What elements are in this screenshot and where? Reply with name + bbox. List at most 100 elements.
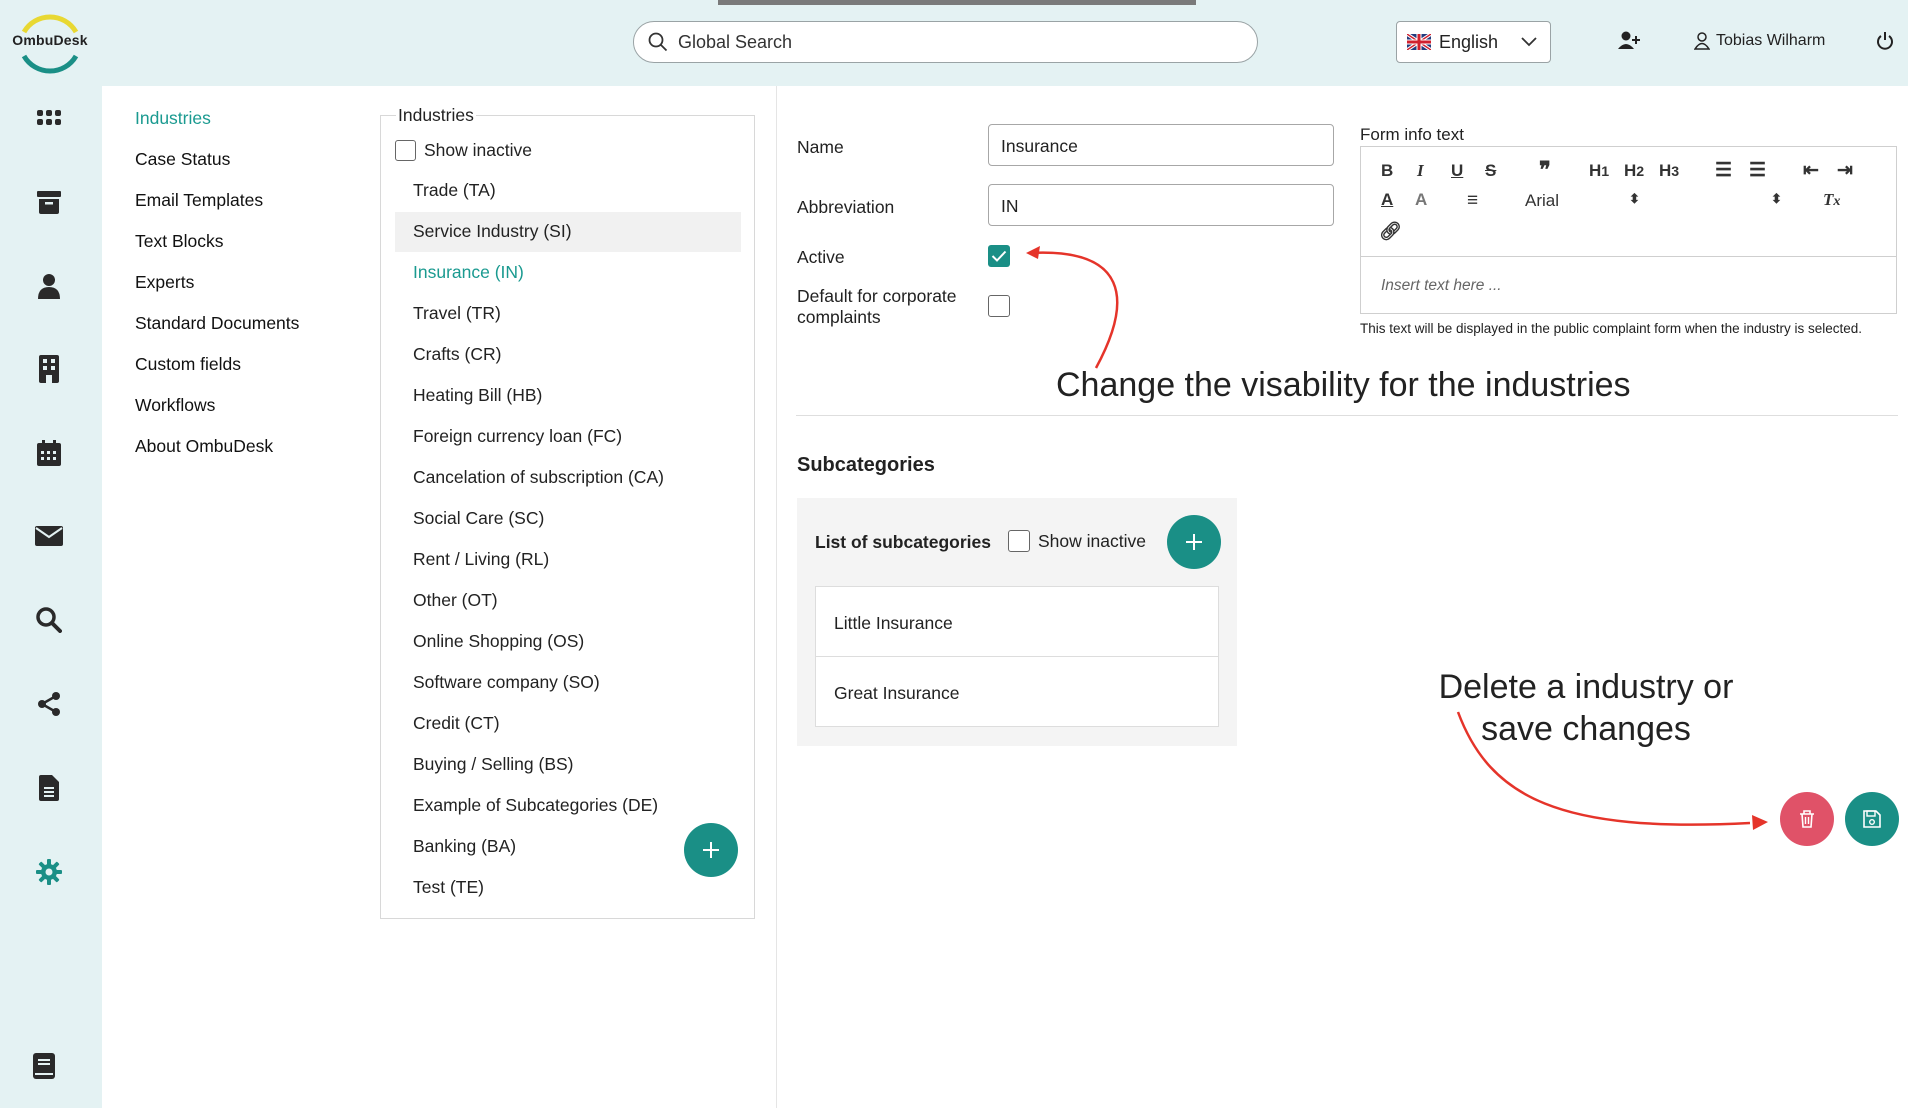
industry-list-item[interactable]: Banking (BA): [413, 836, 516, 857]
industry-list-item[interactable]: Trade (TA): [413, 180, 496, 201]
plus-icon: [703, 842, 719, 858]
manual-book-icon[interactable]: [33, 1053, 55, 1084]
share-icon[interactable]: [33, 688, 65, 720]
global-search-input[interactable]: Global Search: [633, 21, 1258, 63]
strikethrough-icon[interactable]: S: [1485, 161, 1496, 181]
industry-list-item[interactable]: Online Shopping (OS): [413, 631, 584, 652]
industry-list-item[interactable]: Cancelation of subscription (CA): [413, 467, 664, 488]
heading3-icon[interactable]: H3: [1659, 161, 1679, 181]
subcategory-item[interactable]: Little Insurance: [815, 586, 1219, 657]
bullet-list-icon[interactable]: ☰: [1749, 159, 1766, 182]
industry-list-item[interactable]: Travel (TR): [413, 303, 501, 324]
heading2-icon[interactable]: H2: [1624, 161, 1644, 181]
industry-list-item[interactable]: Insurance (IN): [413, 262, 524, 283]
subcategory-item[interactable]: Great Insurance: [815, 656, 1219, 727]
ordered-list-icon[interactable]: ☰: [1715, 159, 1732, 182]
add-subcategory-button[interactable]: [1167, 515, 1221, 569]
language-label: English: [1439, 31, 1499, 52]
industry-list-item[interactable]: Software company (SO): [413, 672, 600, 693]
default-corporate-checkbox[interactable]: [988, 295, 1010, 317]
industries-title: Industries: [396, 105, 476, 126]
indent-icon[interactable]: ⇥: [1837, 159, 1853, 182]
subcategories-show-inactive-checkbox[interactable]: [1008, 530, 1030, 552]
industries-show-inactive[interactable]: Show inactive: [395, 140, 532, 161]
chevron-down-icon: [1521, 37, 1537, 47]
language-select[interactable]: English: [1396, 21, 1551, 63]
industry-list-item[interactable]: Example of Subcategories (DE): [413, 795, 658, 816]
menu-item-case-status[interactable]: Case Status: [135, 149, 299, 190]
settings-gear-icon[interactable]: [33, 856, 65, 888]
menu-item-standard-documents[interactable]: Standard Documents: [135, 313, 299, 354]
building-icon[interactable]: [33, 353, 65, 385]
font-select[interactable]: Arial: [1525, 191, 1559, 211]
highlight-color-icon[interactable]: A: [1415, 190, 1427, 210]
editor-toolbar: B I U S ❞ H1 H2 H3 ☰ ☰ ⇤ ⇥ A A ≡ Arial ⬍…: [1361, 147, 1896, 257]
industry-list-item[interactable]: Social Care (SC): [413, 508, 544, 529]
outdent-icon[interactable]: ⇤: [1803, 159, 1819, 182]
default-corporate-label-line2: complaints: [797, 307, 881, 327]
name-input[interactable]: Insurance: [988, 124, 1334, 166]
industry-list-item[interactable]: Heating Bill (HB): [413, 385, 542, 406]
trash-icon: [1800, 810, 1814, 828]
quote-icon[interactable]: ❞: [1539, 157, 1551, 183]
heading1-icon[interactable]: H1: [1589, 161, 1609, 181]
active-checkbox[interactable]: [988, 245, 1010, 267]
window-top-bar: [718, 0, 1196, 5]
search-icon[interactable]: [33, 604, 65, 636]
text-color-icon[interactable]: A: [1381, 190, 1393, 210]
form-info-text-label: Form info text: [1360, 125, 1464, 144]
industry-list-item[interactable]: Other (OT): [413, 590, 498, 611]
subcategories-show-inactive-label: Show inactive: [1038, 530, 1146, 551]
delete-industry-button[interactable]: [1780, 792, 1834, 846]
plus-icon: [1186, 534, 1202, 550]
user-menu[interactable]: Tobias Wilharm: [1694, 32, 1825, 50]
add-user-button[interactable]: [1618, 30, 1642, 57]
person-icon[interactable]: [33, 270, 65, 302]
industries-list-panel: Show inactive Trade (TA) Service Industry…: [380, 115, 755, 919]
industry-list-item[interactable]: Service Industry (SI): [413, 221, 572, 242]
ombudesk-logo[interactable]: OmbuDesk: [4, 10, 96, 76]
industry-list-item[interactable]: Crafts (CR): [413, 344, 501, 365]
section-divider: [796, 415, 1898, 416]
show-inactive-checkbox[interactable]: [395, 140, 416, 161]
name-label: Name: [797, 137, 844, 157]
clear-format-icon[interactable]: Tx: [1823, 190, 1840, 210]
industry-list-item[interactable]: Rent / Living (RL): [413, 549, 549, 570]
underline-icon[interactable]: U: [1451, 161, 1463, 181]
industry-list-item[interactable]: Foreign currency loan (FC): [413, 426, 622, 447]
add-industry-button[interactable]: [684, 823, 738, 877]
italic-icon[interactable]: I: [1417, 161, 1424, 181]
menu-item-email-templates[interactable]: Email Templates: [135, 190, 299, 231]
rich-text-editor: B I U S ❞ H1 H2 H3 ☰ ☰ ⇤ ⇥ A A ≡ Arial ⬍…: [1360, 146, 1897, 314]
archive-icon[interactable]: [33, 186, 65, 218]
logout-button[interactable]: [1876, 31, 1894, 56]
menu-item-industries[interactable]: Industries: [135, 108, 299, 149]
subcategories-list-title: List of subcategories: [815, 532, 992, 552]
menu-item-experts[interactable]: Experts: [135, 272, 299, 313]
bold-icon[interactable]: B: [1381, 161, 1393, 181]
annotation-delete-line1: Delete a industry or: [1438, 668, 1734, 706]
user-name: Tobias Wilharm: [1716, 32, 1826, 49]
editor-placeholder[interactable]: Insert text here ...: [1381, 277, 1502, 295]
subcategories-show-inactive[interactable]: Show inactive: [1008, 530, 1146, 552]
font-size-stepper-icon[interactable]: ⬍: [1629, 191, 1640, 207]
industry-list-item[interactable]: Test (TE): [413, 877, 484, 898]
line-height-stepper-icon[interactable]: ⬍: [1771, 191, 1782, 207]
document-icon[interactable]: [33, 772, 65, 804]
calendar-icon[interactable]: [33, 437, 65, 469]
mail-icon[interactable]: [33, 520, 65, 552]
menu-item-text-blocks[interactable]: Text Blocks: [135, 231, 299, 272]
industry-list-item[interactable]: Credit (CT): [413, 713, 500, 734]
menu-item-workflows[interactable]: Workflows: [135, 395, 299, 436]
abbreviation-input[interactable]: IN: [988, 184, 1334, 226]
annotation-arrow-delete-save: [1456, 711, 1768, 830]
industry-list-item[interactable]: Buying / Selling (BS): [413, 754, 574, 775]
align-icon[interactable]: ≡: [1467, 190, 1478, 212]
search-icon: [648, 32, 668, 52]
save-changes-button[interactable]: [1845, 792, 1899, 846]
add-user-icon: [1618, 31, 1640, 49]
menu-item-about[interactable]: About OmbuDesk: [135, 436, 299, 477]
menu-item-custom-fields[interactable]: Custom fields: [135, 354, 299, 395]
dashboard-icon[interactable]: [33, 102, 65, 134]
link-icon[interactable]: 🔗︎: [1379, 221, 1402, 242]
